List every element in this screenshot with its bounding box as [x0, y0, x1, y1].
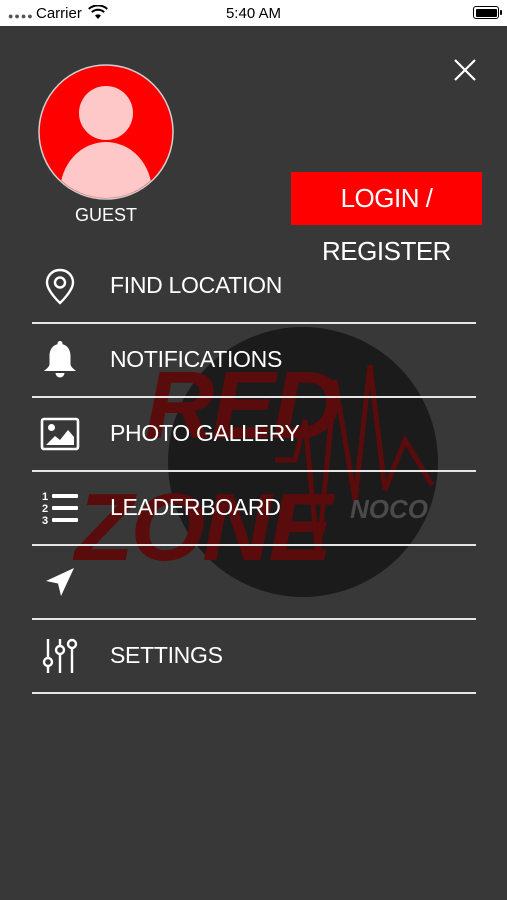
image-icon	[40, 417, 80, 451]
side-menu: FIND LOCATION NOTIFICATIONS PHOTO GALLER…	[32, 250, 476, 694]
menu-item-notifications[interactable]: NOTIFICATIONS	[32, 324, 476, 398]
status-bar: ●●●● Carrier 5:40 AM	[0, 0, 507, 26]
guest-label: GUEST	[74, 205, 137, 225]
menu-item-label: LEADERBOARD	[110, 494, 281, 520]
menu-item-label: PHOTO GALLERY	[110, 420, 300, 446]
menu-item-navigation[interactable]	[32, 546, 476, 620]
navigation-arrow-icon	[46, 568, 74, 596]
menu-item-label: SETTINGS	[110, 642, 223, 668]
menu-item-find-location[interactable]: FIND LOCATION	[32, 250, 476, 324]
svg-text:2: 2	[42, 503, 48, 515]
avatar[interactable]	[38, 64, 174, 200]
sliders-icon	[42, 638, 78, 673]
close-icon[interactable]	[452, 57, 478, 83]
bell-icon	[44, 341, 76, 378]
status-time: 5:40 AM	[225, 5, 282, 22]
menu-item-photo-gallery[interactable]: PHOTO GALLERY	[32, 398, 476, 472]
location-pin-icon	[45, 268, 75, 305]
svg-text:1: 1	[42, 491, 48, 503]
numbered-list-icon: 1 2 3	[42, 491, 78, 527]
menu-item-label: FIND LOCATION	[110, 272, 283, 298]
menu-item-settings[interactable]: SETTINGS	[32, 620, 476, 694]
battery-icon	[473, 6, 502, 19]
menu-item-label: NOTIFICATIONS	[110, 346, 283, 372]
svg-text:3: 3	[42, 515, 48, 527]
login-register-button[interactable]: LOGIN / REGISTER	[291, 172, 482, 266]
menu-item-leaderboard[interactable]: 1 2 3 LEADERBOARD	[32, 472, 476, 546]
